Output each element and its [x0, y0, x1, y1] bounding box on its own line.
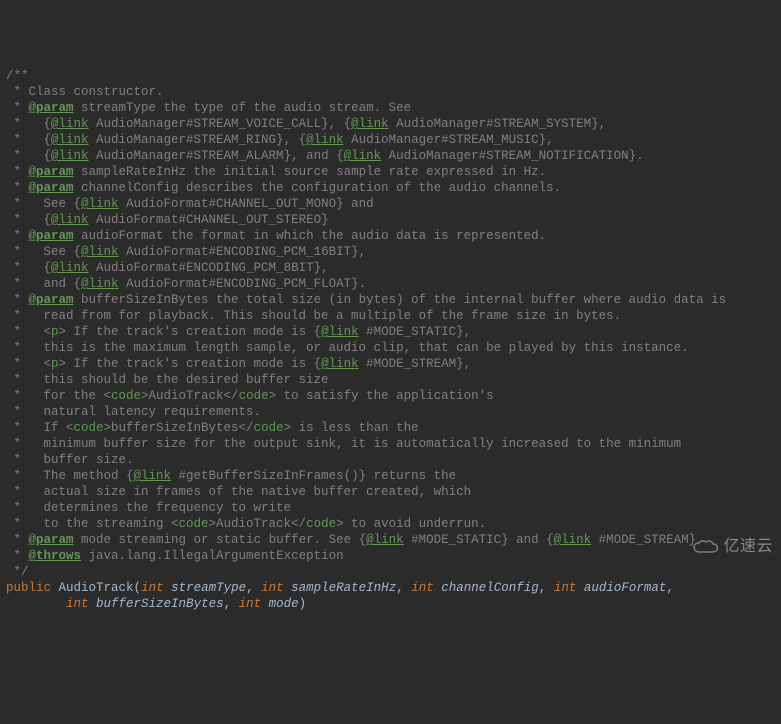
javadoc-tag: @param: [29, 165, 74, 179]
param-name: channelConfig: [441, 581, 539, 595]
link-tag: @link: [81, 197, 119, 211]
param-name: sampleRateInHz: [291, 581, 396, 595]
comment-line: */: [6, 565, 29, 579]
javadoc-tag: @param: [29, 101, 74, 115]
watermark-text: 亿速云: [723, 539, 773, 555]
link-tag: @link: [51, 117, 89, 131]
javadoc-tag: @param: [29, 181, 74, 195]
watermark: 亿速云: [693, 539, 773, 555]
param-type: int: [261, 581, 284, 595]
link-tag: @link: [344, 149, 382, 163]
cloud-icon: [693, 540, 719, 554]
keyword-public: public: [6, 581, 51, 595]
link-tag: @link: [81, 245, 119, 259]
link-tag: @link: [51, 149, 89, 163]
comment-line: * determines the frequency to write: [6, 501, 291, 515]
link-tag: @link: [51, 261, 89, 275]
link-tag: @link: [351, 117, 389, 131]
param-type: int: [554, 581, 577, 595]
javadoc-tag: @param: [29, 229, 74, 243]
javadoc-tag: @param: [29, 293, 74, 307]
comment-line: * read from for playback. This should be…: [6, 309, 621, 323]
constructor-name: AudioTrack: [59, 581, 134, 595]
param-type: int: [141, 581, 164, 595]
param-name: mode: [269, 597, 299, 611]
param-name: bufferSizeInBytes: [96, 597, 224, 611]
comment-line: * buffer size.: [6, 453, 134, 467]
comment-line: * minimum buffer size for the output sin…: [6, 437, 681, 451]
link-tag: @link: [81, 277, 119, 291]
link-tag: @link: [51, 133, 89, 147]
param-type: int: [66, 597, 89, 611]
comment-line: * this should be the desired buffer size: [6, 373, 329, 387]
param-name: audioFormat: [584, 581, 667, 595]
comment-line: * natural latency requirements.: [6, 405, 261, 419]
param-type: int: [411, 581, 434, 595]
code-block: /** * Class constructor. * @param stream…: [6, 68, 775, 612]
link-tag: @link: [306, 133, 344, 147]
comment-line: /**: [6, 69, 29, 83]
comment-line: * actual size in frames of the native bu…: [6, 485, 471, 499]
comment-line: * Class constructor.: [6, 85, 164, 99]
param-type: int: [239, 597, 262, 611]
link-tag: @link: [51, 213, 89, 227]
comment-line: * this is the maximum length sample, or …: [6, 341, 689, 355]
param-name: streamType: [171, 581, 246, 595]
